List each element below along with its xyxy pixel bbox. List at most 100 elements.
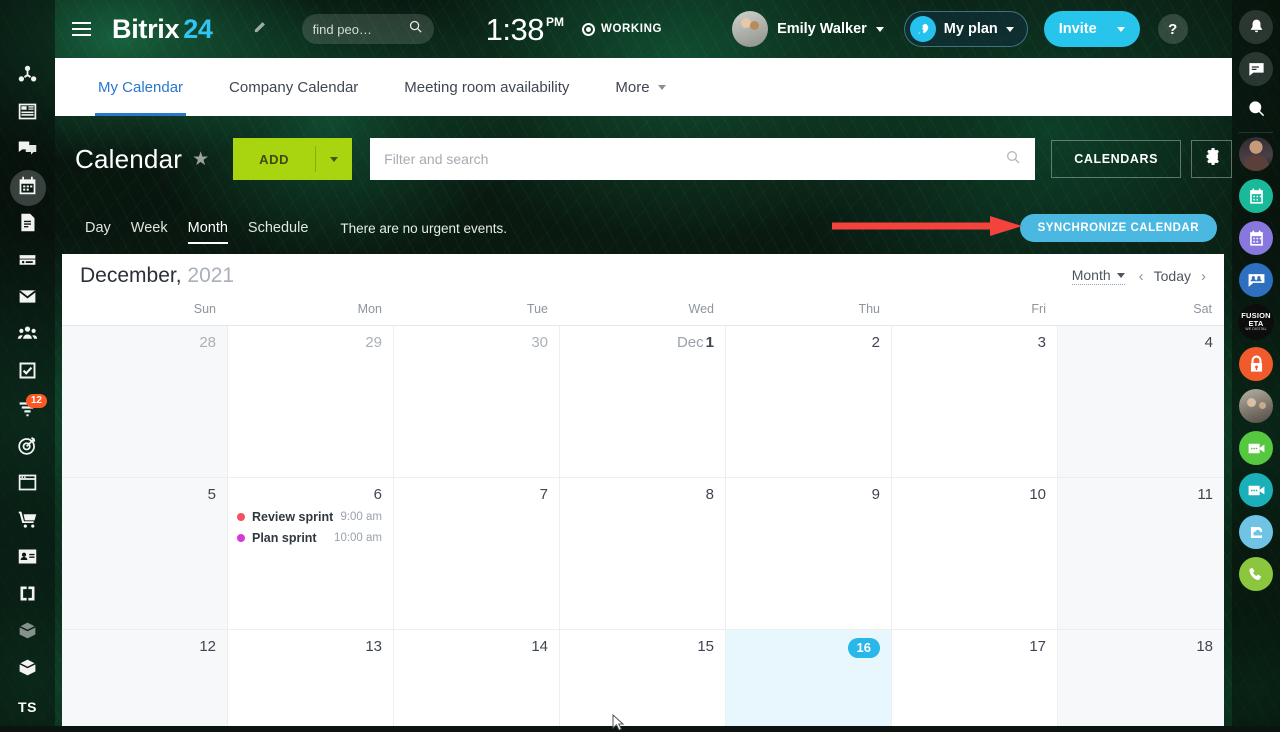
hamburger-menu-button[interactable]: [60, 22, 102, 36]
prev-period-button[interactable]: ‹: [1139, 268, 1144, 285]
clock-widget[interactable]: 1:38 PM: [486, 14, 564, 45]
calendar-day-cell[interactable]: 15: [560, 630, 726, 726]
sidebar-item-groups[interactable]: [0, 318, 55, 355]
invite-button[interactable]: Invite: [1044, 11, 1140, 47]
calendar-day-cell[interactable]: 18: [1058, 630, 1224, 726]
sidebar-item-applications[interactable]: [0, 615, 55, 652]
view-mode-select[interactable]: Month: [1072, 267, 1125, 285]
calendar-day-cell[interactable]: 4: [1058, 326, 1224, 478]
calendar-day-cell[interactable]: 3: [892, 326, 1058, 478]
video-call-2-button[interactable]: [1232, 469, 1280, 511]
day-number: 12: [71, 638, 216, 655]
calendar-event[interactable]: Plan sprint10:00 am: [237, 531, 382, 545]
calendar-day-cell[interactable]: 16: [726, 630, 892, 726]
calendar-shortcut-2-button[interactable]: [1232, 217, 1280, 259]
my-plan-button[interactable]: My plan: [904, 11, 1028, 47]
calendar-day-cell[interactable]: 8: [560, 478, 726, 630]
today-navigation: ‹ Today ›: [1139, 268, 1206, 285]
day-number: 8: [569, 486, 714, 503]
sidebar-item-messenger[interactable]: [0, 132, 55, 169]
filter-search-input[interactable]: Filter and search: [370, 138, 1035, 180]
calendar-day-cell[interactable]: 2: [726, 326, 892, 478]
tab-company-calendar[interactable]: Company Calendar: [206, 58, 381, 116]
day-number: 6: [237, 486, 382, 503]
calendar-day-cell[interactable]: 13: [228, 630, 394, 726]
today-button[interactable]: Today: [1154, 268, 1191, 284]
settings-button[interactable]: [1191, 140, 1232, 178]
working-status-label: WORKING: [601, 23, 662, 35]
view-schedule[interactable]: Schedule: [238, 214, 318, 242]
sidebar-item-online-store[interactable]: [0, 503, 55, 540]
video-icon: [1239, 431, 1273, 465]
sidebar-item-crm-funnel[interactable]: 12: [0, 392, 55, 429]
calendar-event[interactable]: Review sprint9:00 am: [237, 510, 382, 524]
add-dropdown-button[interactable]: [316, 157, 352, 162]
sidebar-item-mail[interactable]: [0, 281, 55, 318]
user-avatar-button[interactable]: [1232, 133, 1280, 175]
view-month[interactable]: Month: [178, 214, 238, 242]
view-label: Week: [131, 220, 168, 236]
sidebar-item-automation[interactable]: [0, 578, 55, 615]
sidebar-item-sites[interactable]: [0, 466, 55, 503]
star-icon[interactable]: ★: [192, 148, 209, 171]
synchronize-calendar-button[interactable]: SYNCHRONIZE CALENDAR: [1020, 214, 1217, 242]
sidebar-item-contact-center[interactable]: [0, 540, 55, 577]
calendars-button[interactable]: CALENDARS: [1051, 140, 1181, 178]
sidebar-item-calendar[interactable]: [0, 169, 55, 206]
help-button[interactable]: ?: [1158, 14, 1188, 44]
search-button[interactable]: [1232, 90, 1280, 132]
year-value: 2021: [187, 264, 234, 287]
video-call-button[interactable]: [1232, 427, 1280, 469]
calendar-day-cell[interactable]: 14: [394, 630, 560, 726]
sidebar-item-documents[interactable]: [0, 206, 55, 243]
calendar-day-cell[interactable]: 11: [1058, 478, 1224, 630]
calendar-day-cell[interactable]: 5: [62, 478, 228, 630]
bitrix-logo[interactable]: Bitrix24: [112, 14, 213, 45]
tab-my-calendar[interactable]: My Calendar: [75, 58, 206, 116]
sidebar-item-marketplace[interactable]: [0, 652, 55, 689]
cart-icon: [17, 509, 38, 535]
calendar-day-cell[interactable]: 10: [892, 478, 1058, 630]
calendar-day-cell[interactable]: 30: [394, 326, 560, 478]
sidebar-item-crm[interactable]: [0, 429, 55, 466]
calendar-shortcut-button[interactable]: [1232, 175, 1280, 217]
pencil-icon[interactable]: [253, 19, 268, 39]
tab-more[interactable]: More: [592, 58, 688, 116]
working-status-button[interactable]: WORKING: [582, 23, 662, 36]
sidebar-item-news-feed[interactable]: [0, 95, 55, 132]
contact-avatar-button[interactable]: [1232, 385, 1280, 427]
group-chat-button[interactable]: [1232, 259, 1280, 301]
add-button[interactable]: ADD: [233, 138, 352, 180]
box-icon: [17, 620, 38, 646]
cloud-storage-button[interactable]: [1232, 511, 1280, 553]
tab-meeting-room-availability[interactable]: Meeting room availability: [381, 58, 592, 116]
people-search-input[interactable]: find peo…: [302, 14, 434, 44]
calendar-day-cell[interactable]: 7: [394, 478, 560, 630]
view-day[interactable]: Day: [75, 214, 121, 242]
sidebar-footer-initials[interactable]: TS: [0, 689, 55, 726]
tab-label: Meeting room availability: [404, 79, 569, 96]
calendar-day-cell[interactable]: 28: [62, 326, 228, 478]
notifications-button[interactable]: [1232, 6, 1280, 48]
phone-call-button[interactable]: [1232, 553, 1280, 595]
view-mode-label: Month: [1072, 267, 1111, 283]
calendar-day-cell[interactable]: 29: [228, 326, 394, 478]
calendar-day-cell[interactable]: 9: [726, 478, 892, 630]
calendar-toolbar: Calendar ★ ADD Filter and search CALENDA…: [55, 116, 1232, 202]
sidebar-item-drive[interactable]: [0, 244, 55, 281]
secure-chat-button[interactable]: [1232, 343, 1280, 385]
chat-button[interactable]: [1232, 48, 1280, 90]
calendar-day-cell[interactable]: 6 Review sprint9:00 am Plan sprint10:00 am: [228, 478, 394, 630]
next-period-button[interactable]: ›: [1201, 268, 1206, 285]
view-week[interactable]: Week: [121, 214, 178, 242]
calendar-day-cell[interactable]: 12: [62, 630, 228, 726]
calendar-day-cell[interactable]: 17: [892, 630, 1058, 726]
phone-icon: [1239, 557, 1273, 591]
sidebar-item-tasks[interactable]: [0, 355, 55, 392]
fusion-eta-logo-button[interactable]: FUSION ETA WE DIGITAL: [1232, 301, 1280, 343]
calendar-day-cell[interactable]: Dec1: [560, 326, 726, 478]
sidebar-item-activity-stream[interactable]: [0, 58, 55, 95]
view-label: Schedule: [248, 220, 308, 236]
chat-icon: [17, 138, 38, 164]
user-menu[interactable]: Emily Walker: [732, 11, 884, 47]
